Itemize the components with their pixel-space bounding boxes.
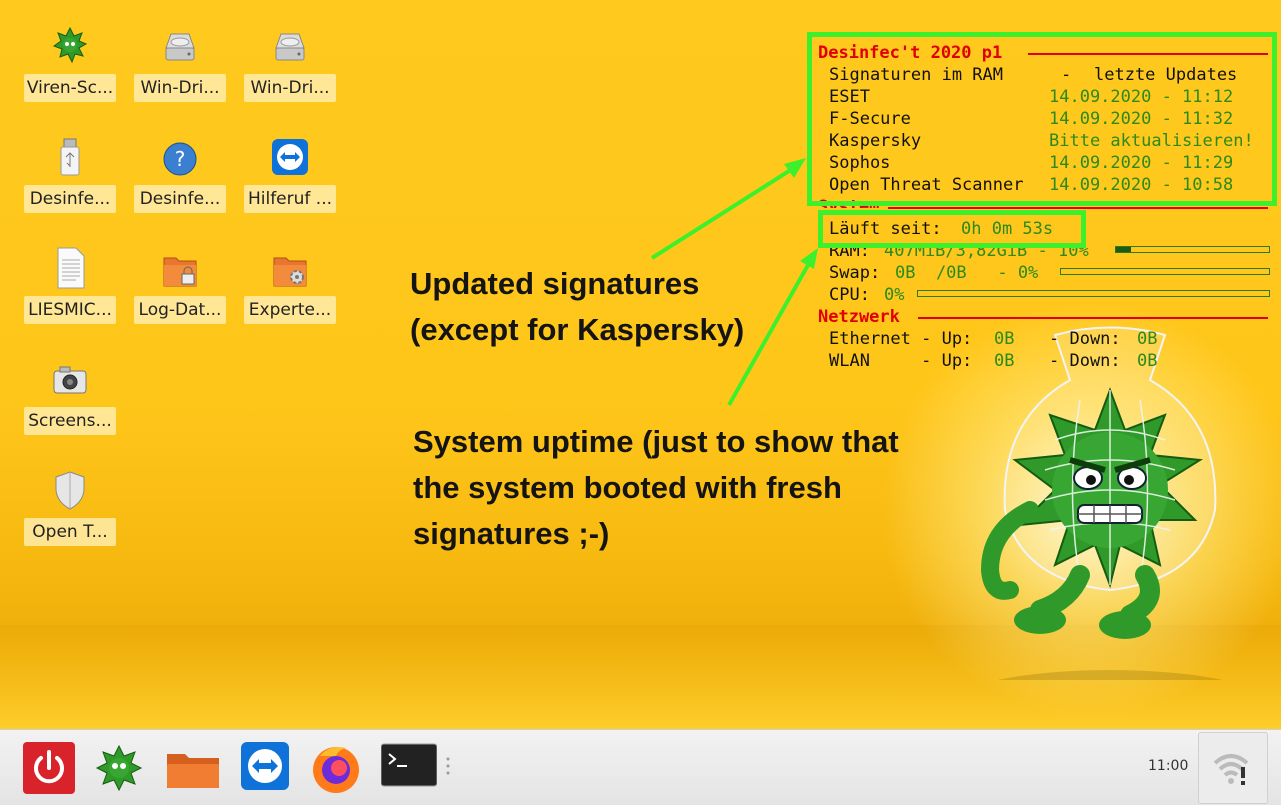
- wifi-disconnected-icon: [1213, 754, 1249, 785]
- teamviewer-icon: [241, 742, 289, 790]
- taskbar-separator: [446, 756, 450, 776]
- uptime-annotation: System uptime (just to show that the sys…: [413, 424, 899, 551]
- taskbar-firefox[interactable]: [310, 742, 362, 794]
- firefox-icon: [313, 747, 359, 793]
- annotation-arrows: [650, 158, 818, 406]
- terminal-icon: [380, 743, 438, 787]
- drag-handle-icon: [446, 757, 450, 775]
- taskbar-teamviewer[interactable]: [241, 742, 293, 794]
- taskbar-terminal[interactable]: [380, 742, 438, 794]
- desktop: Viren-Sc... Win-Dri... Win-Dri... Desinf…: [0, 0, 1281, 729]
- network-status-button[interactable]: [1198, 732, 1268, 804]
- power-button[interactable]: [23, 742, 75, 794]
- taskbar-clock[interactable]: 11:00: [1148, 758, 1188, 774]
- signatures-annotation: Updated signatures (except for Kaspersky…: [410, 266, 745, 347]
- file-manager-icon: [167, 754, 219, 788]
- taskbar-file-manager[interactable]: [165, 742, 219, 794]
- virus-scanner-icon: [95, 744, 143, 792]
- taskbar-virus-scanner[interactable]: [93, 742, 145, 794]
- power-icon: [23, 742, 75, 794]
- taskbar: 11:00: [0, 729, 1281, 805]
